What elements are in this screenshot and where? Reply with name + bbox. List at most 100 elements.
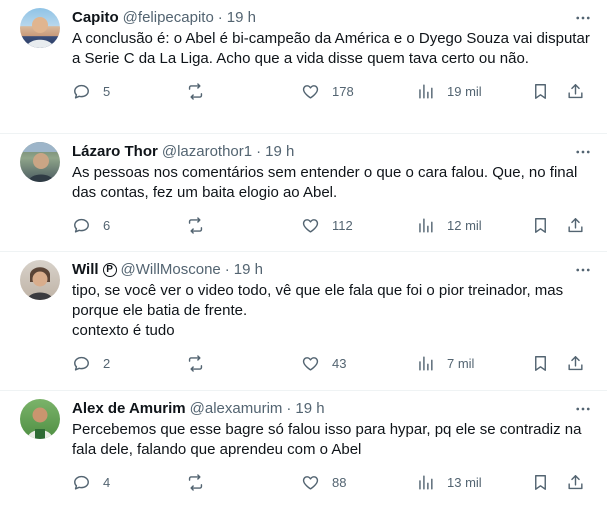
- tweet-text: Percebemos que esse bagre só falou isso …: [72, 421, 586, 458]
- more-horizontal-icon[interactable]: [573, 8, 593, 28]
- profile-photo-icon: [26, 17, 54, 48]
- like-button[interactable]: 178: [301, 82, 354, 101]
- more-horizontal-icon[interactable]: [573, 399, 593, 419]
- like-count: 178: [332, 83, 354, 99]
- author-handle[interactable]: @lazarothor1: [162, 142, 252, 162]
- retweet-button[interactable]: [186, 216, 217, 235]
- tweet[interactable]: Lázaro Thor @lazarothor1 · 19 h As pesso…: [0, 134, 607, 252]
- author-handle[interactable]: @alexamurim: [190, 399, 283, 419]
- like-button[interactable]: 43: [301, 354, 346, 373]
- bar-chart-icon: [419, 474, 433, 490]
- view-count: 7 mil: [447, 355, 475, 371]
- views-button[interactable]: 13 mil: [416, 473, 482, 492]
- reply-button[interactable]: 5: [72, 82, 110, 101]
- like-count: 112: [332, 217, 353, 233]
- action-bar: 6 112 12 mil: [72, 215, 593, 235]
- share-icon: [568, 474, 583, 489]
- author-name[interactable]: Will: [72, 260, 99, 280]
- view-count: 12 mil: [447, 217, 482, 233]
- retweet-icon: [188, 82, 203, 100]
- bookmark-button[interactable]: [531, 82, 550, 101]
- reply-icon: [74, 84, 89, 99]
- share-icon: [568, 217, 583, 232]
- profile-photo-icon: [20, 142, 60, 182]
- tweet[interactable]: Capito @felipecapito · 19 h A conclusão …: [0, 0, 607, 134]
- timestamp[interactable]: 19 h: [234, 260, 263, 280]
- more-horizontal-icon[interactable]: [573, 260, 593, 280]
- separator-dot: ·: [256, 143, 262, 160]
- profile-photo-icon: [27, 267, 53, 300]
- bookmark-icon: [535, 217, 546, 233]
- separator-dot: ·: [217, 9, 223, 26]
- bookmark-button[interactable]: [531, 473, 550, 492]
- author-handle[interactable]: @felipecapito: [123, 8, 214, 28]
- author-name[interactable]: Alex de Amurim: [72, 399, 186, 419]
- action-bar: 2 43 7 mil: [72, 353, 593, 373]
- share-button[interactable]: [566, 216, 585, 235]
- timestamp[interactable]: 19 h: [265, 142, 294, 162]
- profile-photo-icon: [27, 407, 53, 439]
- tweet-feed: Capito @felipecapito · 19 h A conclusão …: [0, 0, 607, 512]
- bar-chart-icon: [419, 83, 433, 99]
- share-button[interactable]: [566, 354, 585, 373]
- view-count: 19 mil: [447, 83, 482, 99]
- views-button[interactable]: 12 mil: [416, 216, 482, 235]
- views-button[interactable]: 7 mil: [416, 354, 474, 373]
- tweet[interactable]: Will P @WillMoscone · 19 h tipo, se você…: [0, 252, 607, 391]
- avatar[interactable]: [20, 399, 60, 439]
- author-handle[interactable]: @WillMoscone: [121, 260, 221, 280]
- like-count: 88: [332, 474, 347, 490]
- reply-count: 6: [103, 217, 111, 233]
- reply-button[interactable]: 4: [72, 473, 110, 492]
- share-button[interactable]: [566, 82, 585, 101]
- retweet-button[interactable]: [186, 354, 217, 373]
- bookmark-button[interactable]: [531, 354, 550, 373]
- tweet-text: A conclusão é: o Abel é bi-campeão da Am…: [72, 30, 594, 67]
- heart-icon: [302, 356, 319, 371]
- like-button[interactable]: 112: [301, 216, 353, 235]
- avatar[interactable]: [20, 142, 60, 182]
- author-name[interactable]: Lázaro Thor: [72, 142, 158, 162]
- separator-dot: ·: [224, 261, 230, 278]
- reply-icon: [74, 475, 89, 490]
- retweet-icon: [188, 473, 203, 491]
- views-button[interactable]: 19 mil: [416, 82, 482, 101]
- like-count: 43: [332, 355, 347, 371]
- share-icon: [568, 355, 583, 370]
- like-button[interactable]: 88: [301, 473, 346, 492]
- share-button[interactable]: [566, 473, 585, 492]
- timestamp[interactable]: 19 h: [295, 399, 324, 419]
- reply-count: 4: [103, 474, 111, 490]
- share-icon: [568, 83, 583, 98]
- retweet-button[interactable]: [186, 473, 217, 492]
- retweet-icon: [188, 216, 203, 234]
- reply-button[interactable]: 6: [72, 216, 110, 235]
- tweet-text: As pessoas nos comentários sem entender …: [72, 164, 582, 201]
- creator-badge-icon: P: [102, 263, 117, 277]
- tweet-text: tipo, se você ver o video todo, vê que e…: [72, 282, 564, 339]
- action-bar: 4 88 13 mil: [72, 472, 593, 492]
- timestamp[interactable]: 19 h: [227, 8, 256, 28]
- retweet-icon: [188, 354, 203, 372]
- bookmark-icon: [535, 355, 546, 371]
- heart-icon: [302, 218, 319, 233]
- reply-icon: [74, 218, 89, 233]
- retweet-button[interactable]: [186, 82, 217, 101]
- reply-count: 5: [103, 83, 111, 99]
- heart-icon: [302, 475, 319, 490]
- more-horizontal-icon[interactable]: [573, 142, 593, 162]
- bar-chart-icon: [419, 355, 433, 371]
- bookmark-button[interactable]: [531, 216, 550, 235]
- view-count: 13 mil: [447, 474, 482, 490]
- author-name[interactable]: Capito: [72, 8, 119, 28]
- reply-button[interactable]: 2: [72, 354, 110, 373]
- action-bar: 5 178 19 mil: [72, 81, 593, 101]
- reply-icon: [74, 356, 89, 371]
- avatar[interactable]: [20, 260, 60, 300]
- bar-chart-icon: [419, 217, 433, 233]
- tweet[interactable]: Alex de Amurim @alexamurim · 19 h Perceb…: [0, 391, 607, 512]
- heart-icon: [302, 84, 319, 99]
- separator-dot: ·: [286, 400, 292, 417]
- avatar[interactable]: [20, 8, 60, 48]
- bookmark-icon: [535, 83, 546, 99]
